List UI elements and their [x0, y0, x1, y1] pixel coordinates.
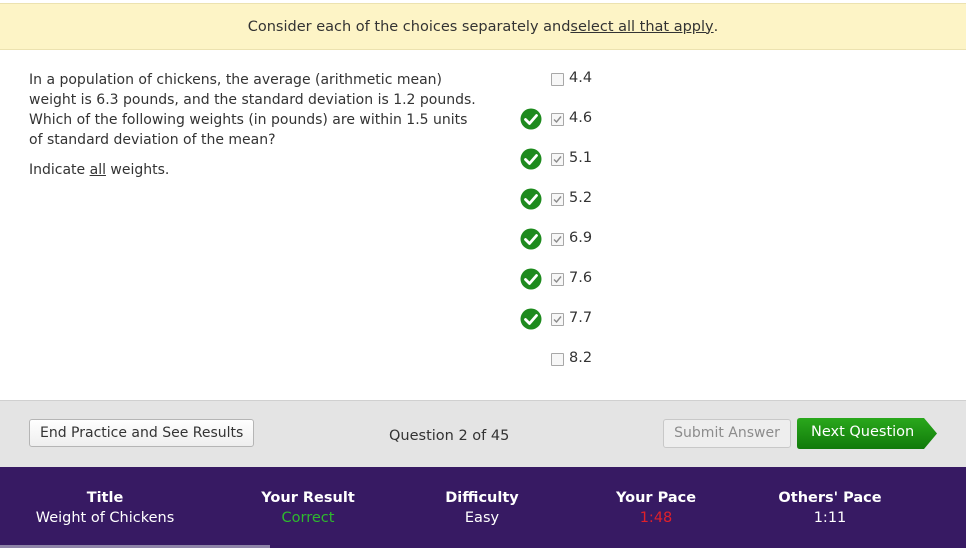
correct-check-icon	[520, 188, 542, 210]
stat-title-heading: Title	[86, 490, 124, 506]
stats-bar: Title Weight of Chickens Your Result Cor…	[0, 467, 966, 548]
checkmark-icon	[553, 196, 562, 204]
correct-check-icon	[520, 148, 542, 170]
question-text: In a population of chickens, the average…	[29, 72, 476, 148]
choice-checkbox[interactable]	[551, 273, 564, 286]
stat-title: Title Weight of Chickens	[36, 488, 175, 528]
choice-checkbox[interactable]	[551, 73, 564, 86]
checkmark-icon	[553, 276, 562, 284]
choice-label: 8.2	[569, 350, 593, 366]
choice-label: 5.1	[569, 150, 593, 166]
choice-checkbox[interactable]	[551, 313, 564, 326]
correct-check-icon	[520, 268, 542, 290]
checkmark-icon	[553, 116, 562, 124]
answer-choice[interactable]: 5.1	[520, 148, 640, 172]
answer-choice[interactable]: 7.7	[520, 308, 640, 332]
choice-label: 6.9	[569, 230, 593, 246]
answer-choice[interactable]: 7.6	[520, 268, 640, 292]
choice-checkbox[interactable]	[551, 113, 564, 126]
choice-label: 4.6	[569, 110, 593, 126]
stat-others-pace: Others' Pace 1:11	[778, 488, 881, 528]
checkmark-icon	[553, 236, 562, 244]
stat-result-value: Correct	[281, 510, 335, 526]
bottom-toolbar: End Practice and See Results Question 2 …	[0, 400, 966, 467]
stat-title-value: Weight of Chickens	[35, 510, 175, 526]
choice-checkbox[interactable]	[551, 193, 564, 206]
checkmark-icon	[553, 156, 562, 164]
correct-check-icon	[520, 308, 542, 330]
question-panel: In a population of chickens, the average…	[29, 70, 479, 190]
stat-others-pace-value: 1:11	[813, 510, 847, 526]
checkmark-icon	[553, 316, 562, 324]
choice-label: 7.7	[569, 310, 593, 326]
choice-checkbox[interactable]	[551, 153, 564, 166]
answer-choice[interactable]: 6.9	[520, 228, 640, 252]
next-question-label: Next Question	[811, 424, 915, 440]
correct-check-icon	[520, 108, 542, 130]
answer-choice[interactable]: 5.2	[520, 188, 640, 212]
stat-difficulty-value: Easy	[464, 510, 500, 526]
stat-others-pace-heading: Others' Pace	[778, 490, 882, 506]
choice-label: 5.2	[569, 190, 593, 206]
stat-result: Your Result Correct	[261, 488, 355, 528]
indicate-instruction: Indicate all weights.	[29, 162, 170, 178]
instruction-prefix: Consider each of the choices separately …	[247, 18, 571, 35]
choice-checkbox[interactable]	[551, 233, 564, 246]
stat-your-pace: Your Pace 1:48	[616, 488, 696, 528]
choice-label: 4.4	[569, 70, 593, 86]
question-progress: Question 2 of 45	[389, 428, 510, 444]
end-practice-button[interactable]: End Practice and See Results	[29, 419, 255, 447]
stat-your-pace-value: 1:48	[639, 510, 673, 526]
instruction-suffix: .	[713, 18, 719, 35]
correct-check-icon	[520, 228, 542, 250]
stat-difficulty: Difficulty Easy	[445, 488, 518, 528]
select-all-link: select all that apply	[570, 18, 714, 35]
submit-answer-button[interactable]: Submit Answer	[663, 419, 791, 448]
stat-difficulty-heading: Difficulty	[445, 490, 519, 506]
instruction-banner: Consider each of the choices separately …	[0, 3, 966, 50]
stat-your-pace-heading: Your Pace	[615, 490, 697, 506]
stat-result-heading: Your Result	[261, 490, 355, 506]
choice-checkbox[interactable]	[551, 353, 564, 366]
answer-choice[interactable]: 8.2	[520, 348, 640, 372]
answer-choice[interactable]: 4.4	[520, 68, 640, 92]
answer-choice[interactable]: 4.6	[520, 108, 640, 132]
next-question-button[interactable]: Next Question	[797, 418, 937, 449]
choice-label: 7.6	[569, 270, 593, 286]
